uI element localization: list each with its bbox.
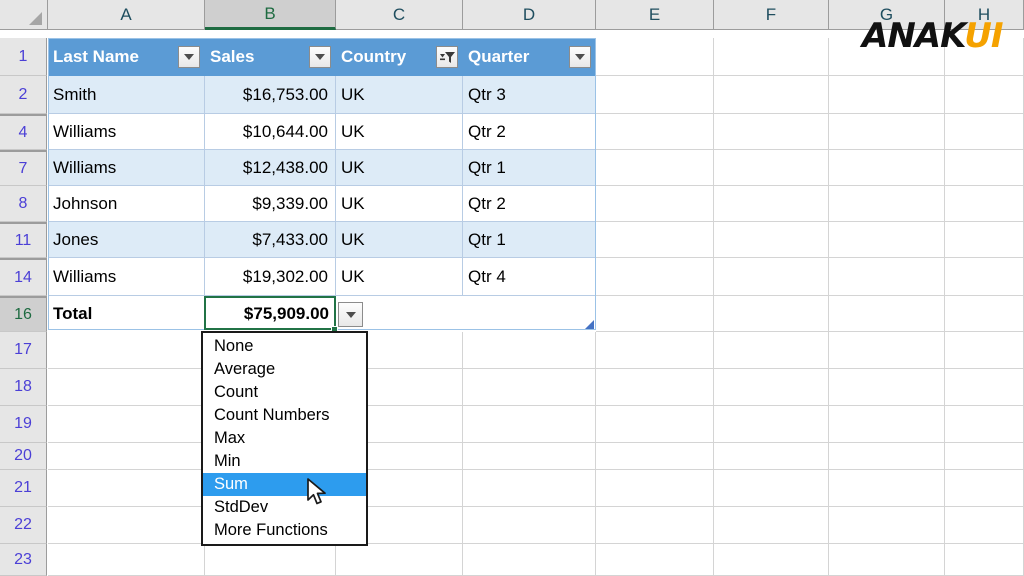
cell-country[interactable]: UK: [336, 114, 463, 150]
chevron-down-icon: [345, 311, 356, 318]
column-header-f[interactable]: F: [714, 0, 829, 29]
cell-country[interactable]: UK: [336, 150, 463, 186]
menu-item-stddev[interactable]: StdDev: [203, 496, 366, 519]
row-header-8[interactable]: 8: [0, 186, 47, 222]
row-header-14[interactable]: 14: [0, 258, 47, 296]
cell-country[interactable]: UK: [336, 186, 463, 222]
row-header-2[interactable]: 2: [0, 76, 47, 114]
logo-text-secondary: UI: [964, 16, 1003, 56]
cell-sales[interactable]: $12,438.00: [205, 150, 336, 186]
row-header-1[interactable]: 1: [0, 38, 47, 76]
column-header-b[interactable]: B: [205, 0, 336, 30]
row-header-17[interactable]: 17: [0, 332, 47, 369]
dropdown-arrow-icon[interactable]: [309, 46, 331, 68]
row-header-7[interactable]: 7: [0, 150, 47, 186]
anakui-watermark-logo: ANAKUI: [862, 16, 1003, 56]
row-header-23[interactable]: 23: [0, 544, 47, 576]
cell-quarter[interactable]: Qtr 1: [463, 222, 596, 258]
logo-text-primary: ANAK: [862, 16, 965, 56]
cell-sales[interactable]: $19,302.00: [205, 258, 336, 296]
menu-item-count-numbers[interactable]: Count Numbers: [203, 404, 366, 427]
total-row-value[interactable]: $75,909.00: [205, 296, 336, 332]
table-resize-handle[interactable]: [585, 320, 594, 329]
row-header-21[interactable]: 21: [0, 470, 47, 507]
row-header-16[interactable]: 16: [0, 296, 47, 332]
cell-sales[interactable]: $10,644.00: [205, 114, 336, 150]
chevron-down-icon: [315, 54, 325, 60]
menu-item-min[interactable]: Min: [203, 450, 366, 473]
menu-item-more-functions[interactable]: More Functions: [203, 519, 366, 542]
menu-item-average[interactable]: Average: [203, 358, 366, 381]
chevron-down-icon: [184, 54, 194, 60]
cell-last-name[interactable]: Johnson: [48, 186, 205, 222]
column-header-d[interactable]: D: [463, 0, 596, 29]
dropdown-arrow-icon[interactable]: [569, 46, 591, 68]
menu-item-count[interactable]: Count: [203, 381, 366, 404]
table-header-label: Sales: [210, 47, 255, 66]
cell-last-name[interactable]: Williams: [48, 258, 205, 296]
spreadsheet-canvas: ABCDEFGH 1 2 4 7 8 11 14 16 17 18 19 20 21 22 23 Last …: [0, 0, 1024, 576]
menu-item-max[interactable]: Max: [203, 427, 366, 450]
cell-last-name[interactable]: Jones: [48, 222, 205, 258]
cell-country[interactable]: UK: [336, 258, 463, 296]
funnel-filter-icon[interactable]: [436, 46, 458, 68]
cell-country[interactable]: UK: [336, 76, 463, 114]
cell-quarter[interactable]: Qtr 3: [463, 76, 596, 114]
table-header-label: Quarter: [468, 47, 530, 66]
row-header-11[interactable]: 11: [0, 222, 47, 258]
cell-quarter[interactable]: Qtr 2: [463, 114, 596, 150]
cell-quarter[interactable]: Qtr 2: [463, 186, 596, 222]
cell-country[interactable]: UK: [336, 222, 463, 258]
cell-last-name[interactable]: Williams: [48, 150, 205, 186]
row-header-4[interactable]: 4: [0, 114, 47, 150]
cell-sales[interactable]: $9,339.00: [205, 186, 336, 222]
column-header-e[interactable]: E: [596, 0, 714, 29]
total-row-label[interactable]: Total: [48, 296, 205, 332]
cell-quarter[interactable]: Qtr 4: [463, 258, 596, 296]
total-row-function-menu[interactable]: None Average Count Count Numbers Max Min Sum St…: [201, 331, 368, 546]
column-header-a[interactable]: A: [48, 0, 205, 29]
column-header-c[interactable]: C: [336, 0, 463, 29]
total-row-dropdown-button[interactable]: [338, 302, 363, 327]
chevron-down-icon: [575, 54, 585, 60]
row-header-18[interactable]: 18: [0, 369, 47, 406]
cell-last-name[interactable]: Williams: [48, 114, 205, 150]
row-header-20[interactable]: 20: [0, 443, 47, 470]
table-header-label: Last Name: [53, 47, 139, 66]
cell-quarter[interactable]: Qtr 1: [463, 150, 596, 186]
select-all-triangle-icon: [29, 12, 42, 25]
cell-last-name[interactable]: Smith: [48, 76, 205, 114]
dropdown-arrow-icon[interactable]: [178, 46, 200, 68]
menu-item-none[interactable]: None: [203, 335, 366, 358]
cell-sales[interactable]: $7,433.00: [205, 222, 336, 258]
cell-sales[interactable]: $16,753.00: [205, 76, 336, 114]
select-all-corner[interactable]: [0, 0, 48, 29]
table-header-label: Country: [341, 47, 407, 66]
total-row-quarter-cell[interactable]: [463, 296, 596, 332]
row-header-19[interactable]: 19: [0, 406, 47, 443]
row-header-22[interactable]: 22: [0, 507, 47, 544]
menu-item-sum[interactable]: Sum: [203, 473, 366, 496]
